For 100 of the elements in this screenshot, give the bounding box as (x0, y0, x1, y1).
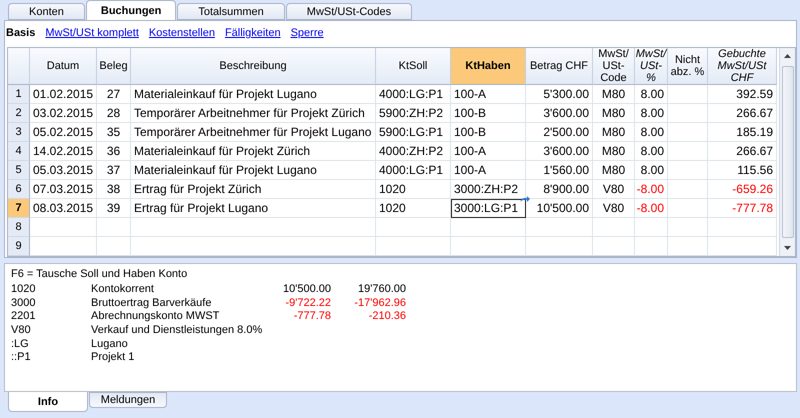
table-cell: V80 (593, 199, 635, 218)
table-cell: V80 (593, 180, 635, 199)
empty-cell (668, 199, 708, 218)
tab[interactable]: Konten (8, 3, 85, 20)
table-cell: 1020 (376, 199, 451, 218)
empty-cell (97, 218, 131, 237)
table-cell: 35 (97, 123, 131, 142)
column-header[interactable]: Betrag CHF (526, 48, 593, 85)
column-header[interactable]: Nicht abz. % (668, 48, 708, 85)
info-name: Kontokorrent (91, 282, 155, 295)
table-cell: 28 (97, 104, 131, 123)
tab[interactable]: MwSt/USt-Codes (286, 3, 412, 20)
empty-cell (708, 218, 777, 237)
row-number[interactable]: 5 (8, 161, 30, 180)
info-name: Abrechnungskonto MWST (91, 310, 220, 322)
table-cell: M80 (593, 123, 635, 142)
table-cell: 08.03.2015 (30, 199, 97, 218)
table-cell: 8.00 (635, 161, 668, 180)
info-name: Projekt 1 (91, 351, 136, 364)
empty-cell (526, 218, 593, 237)
table-cell: 38 (97, 180, 131, 199)
table-cell: 03.02.2015 (30, 104, 97, 123)
table-cell: 37 (97, 161, 131, 180)
row-number[interactable]: 7 (8, 199, 30, 218)
row-number[interactable]: 1 (8, 85, 30, 104)
table-cell: Materialeinkauf für Projekt Lugano (131, 161, 376, 180)
table-cell: 266.67 (708, 142, 777, 161)
row-number[interactable]: 8 (8, 218, 30, 237)
info-title: F6 = Tausche Soll und Haben Konto (11, 268, 188, 282)
empty-cell (593, 218, 635, 237)
empty-cell (593, 237, 635, 256)
tab[interactable]: Meldungen (89, 392, 167, 408)
column-header[interactable]: Beleg (97, 48, 131, 85)
empty-cell (668, 85, 708, 104)
column-header[interactable]: KtHaben (451, 48, 526, 85)
table-cell: M80 (593, 85, 635, 104)
info-amount: -777.78 (292, 310, 331, 322)
empty-cell (668, 237, 708, 256)
column-header[interactable]: KtSoll (376, 48, 451, 85)
view-link[interactable]: Fälligkeiten (224, 27, 281, 39)
info-name: Lugano (91, 338, 129, 350)
row-number[interactable]: 4 (8, 142, 30, 161)
table-cell: Temporärer Arbeitnehmer für Projekt Lugano (131, 123, 376, 142)
info-amount: -210.36 (368, 310, 406, 322)
down-arrow-icon[interactable] (784, 246, 791, 250)
info-code: ::P1 (11, 351, 32, 364)
info-code: :LG (11, 338, 30, 350)
up-arrow-icon[interactable] (784, 54, 791, 58)
table-cell: M80 (593, 161, 635, 180)
tab[interactable]: Totalsummen (177, 3, 285, 20)
view-link[interactable]: Basis (6, 27, 36, 39)
column-header[interactable]: Datum (30, 48, 97, 85)
view-link[interactable]: Kostenstellen (148, 27, 215, 39)
view-link[interactable]: Sperre (290, 27, 324, 39)
empty-cell (668, 123, 708, 142)
table-cell: 185.19 (708, 123, 777, 142)
table-cell: 05.03.2015 (30, 161, 97, 180)
view-link[interactable]: MwSt/USt komplett (45, 27, 139, 39)
table-cell: 8.00 (635, 123, 668, 142)
table-cell: 05.02.2015 (30, 123, 97, 142)
info-name: Bruttoertrag Barverkäufe (91, 296, 212, 309)
info-name: Verkauf und Dienstleistungen 8.0% (91, 324, 264, 336)
row-number[interactable]: 2 (8, 104, 30, 123)
table-cell: Materialeinkauf für Projekt Lugano (131, 85, 376, 104)
table-cell: 100-B (451, 123, 526, 142)
empty-cell (708, 237, 777, 256)
empty-cell (526, 237, 593, 256)
empty-cell (668, 104, 708, 123)
header-corner (8, 48, 30, 85)
scrollbar[interactable] (779, 48, 795, 256)
column-header[interactable]: MwSt/ USt-Code (593, 48, 635, 85)
table-cell: 266.67 (708, 104, 777, 123)
table-cell: 8.00 (635, 104, 668, 123)
table-cell: 8.00 (635, 142, 668, 161)
table-cell: Ertrag für Projekt Zürich (131, 180, 376, 199)
table-cell: M80 (593, 104, 635, 123)
table-cell: 07.03.2015 (30, 180, 97, 199)
column-header[interactable]: Gebuchte MwSt/USt CHF (708, 48, 777, 85)
table-cell: 3000:ZH:P2 (451, 180, 526, 199)
column-header[interactable]: Beschreibung (131, 48, 376, 85)
table-cell: 4000:ZH:P2 (376, 142, 451, 161)
active-cell[interactable]: 3000:LG:P1 (451, 199, 526, 218)
empty-cell (97, 237, 131, 256)
empty-cell (635, 237, 668, 256)
tab[interactable]: Buchungen (86, 0, 176, 20)
info-code: 2201 (11, 310, 36, 322)
info-amount: 10'500.00 (282, 282, 331, 295)
row-number[interactable]: 9 (8, 237, 30, 256)
arrow-icon (519, 195, 531, 203)
row-number[interactable]: 3 (8, 123, 30, 142)
table-cell: -777.78 (708, 199, 777, 218)
row-number[interactable]: 6 (8, 180, 30, 199)
table-cell: 3'600.00 (526, 104, 593, 123)
column-header[interactable]: MwSt/ USt-% (635, 48, 668, 85)
scroll-thumb[interactable] (782, 66, 794, 238)
table-cell: Materialeinkauf für Projekt Zürich (131, 142, 376, 161)
table-cell: 100-A (451, 142, 526, 161)
empty-cell (668, 142, 708, 161)
tab[interactable]: Info (8, 392, 88, 412)
info-code: 3000 (11, 296, 36, 309)
